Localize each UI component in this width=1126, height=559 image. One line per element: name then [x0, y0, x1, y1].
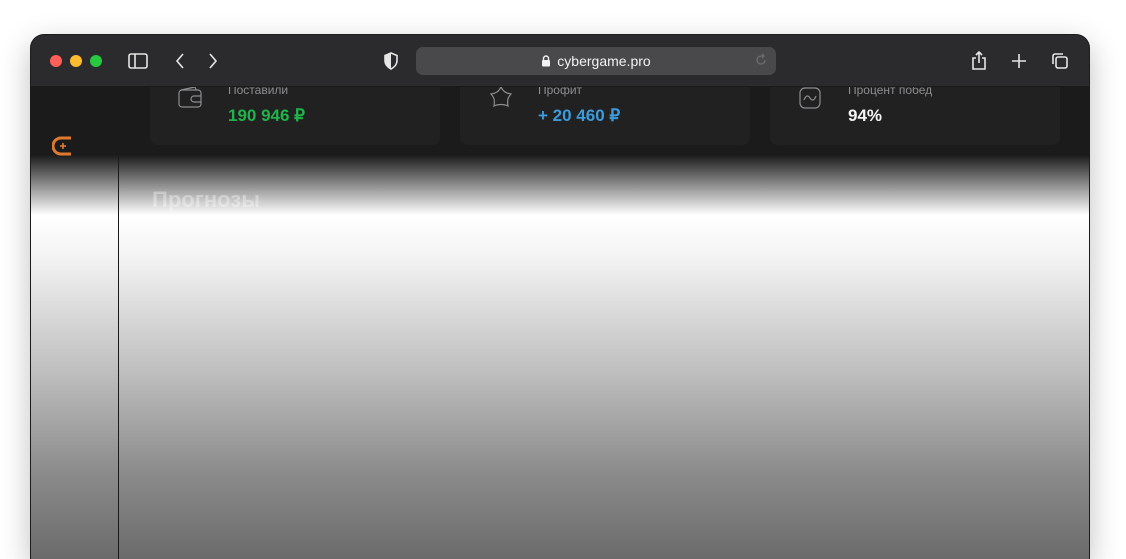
url-text: cybergame.pro — [557, 53, 651, 69]
section-title: Прогнозы — [152, 187, 261, 212]
minimize-window-button[interactable] — [70, 55, 82, 67]
site-sidebar — [31, 87, 119, 559]
tabs-overview-icon[interactable] — [1048, 49, 1072, 73]
chevron-left-icon[interactable] — [168, 49, 192, 73]
maximize-window-button[interactable] — [90, 55, 102, 67]
browser-toolbar: cybergame.pro — [31, 35, 1089, 87]
share-icon[interactable] — [967, 49, 991, 73]
shield-icon[interactable] — [379, 49, 403, 73]
lock-icon — [541, 55, 551, 67]
wallet-icon — [177, 85, 203, 116]
close-window-button[interactable] — [50, 55, 62, 67]
plus-icon[interactable] — [1007, 49, 1031, 73]
stat-value: + 20 460 ₽ — [538, 106, 621, 125]
stat-value: 94% — [848, 106, 883, 125]
address-bar[interactable]: cybergame.pro — [416, 47, 776, 75]
chart-icon — [797, 85, 823, 116]
reload-icon[interactable] — [754, 53, 768, 70]
stat-value: 190 946 ₽ — [228, 106, 305, 125]
chevron-right-icon[interactable] — [201, 49, 225, 73]
sidebar-icon[interactable] — [126, 49, 150, 73]
site-logo[interactable] — [51, 135, 74, 162]
browser-window: cybergame.pro Поставили 190 946 ₽ Профит… — [30, 34, 1090, 559]
star-icon — [487, 85, 515, 118]
